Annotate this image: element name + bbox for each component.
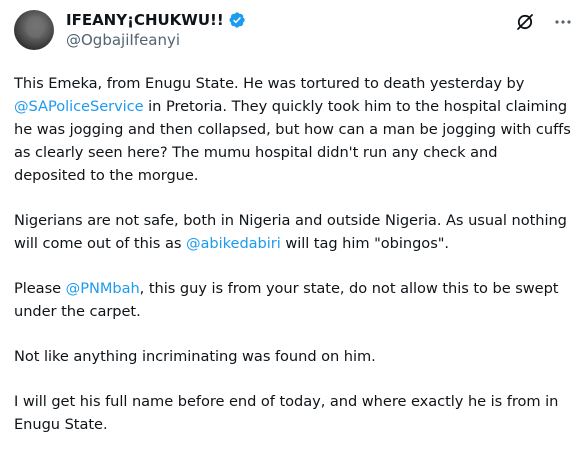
text-segment: Not like anything incriminating was foun… bbox=[14, 348, 376, 365]
tweet-paragraph: I will get his full name before end of t… bbox=[14, 390, 573, 436]
text-segment: Please bbox=[14, 280, 66, 297]
tweet-header: IFEANY¡CHUKWU!! @OgbajiIfeanyi bbox=[14, 10, 573, 56]
text-segment: will tag him "obingos". bbox=[280, 235, 449, 252]
name-row: IFEANY¡CHUKWU!! bbox=[66, 10, 246, 30]
author-info: IFEANY¡CHUKWU!! @OgbajiIfeanyi bbox=[66, 10, 246, 50]
text-segment: This Emeka, from Enugu State. He was tor… bbox=[14, 75, 525, 92]
tweet-card: IFEANY¡CHUKWU!! @OgbajiIfeanyi This Emek… bbox=[0, 0, 587, 456]
grok-icon[interactable] bbox=[515, 12, 535, 32]
tweet-paragraph: Nigerians are not safe, both in Nigeria … bbox=[14, 209, 573, 255]
avatar[interactable] bbox=[14, 10, 54, 50]
handle[interactable]: @OgbajiIfeanyi bbox=[66, 30, 246, 50]
text-segment: I will get his full name before end of t… bbox=[14, 393, 559, 433]
tweet-paragraph: Please @PNMbah, this guy is from your st… bbox=[14, 277, 573, 323]
tweet-paragraph: Not like anything incriminating was foun… bbox=[14, 345, 573, 368]
verified-badge-icon bbox=[228, 11, 246, 29]
more-options-icon[interactable] bbox=[553, 12, 573, 32]
mention-link[interactable]: @SAPoliceService bbox=[14, 98, 144, 115]
tweet-text: This Emeka, from Enugu State. He was tor… bbox=[14, 72, 573, 436]
mention-link[interactable]: @PNMbah bbox=[66, 280, 140, 297]
mention-link[interactable]: @abikedabiri bbox=[186, 235, 281, 252]
header-actions bbox=[515, 10, 573, 32]
tweet-paragraph: This Emeka, from Enugu State. He was tor… bbox=[14, 72, 573, 187]
display-name[interactable]: IFEANY¡CHUKWU!! bbox=[66, 10, 224, 30]
